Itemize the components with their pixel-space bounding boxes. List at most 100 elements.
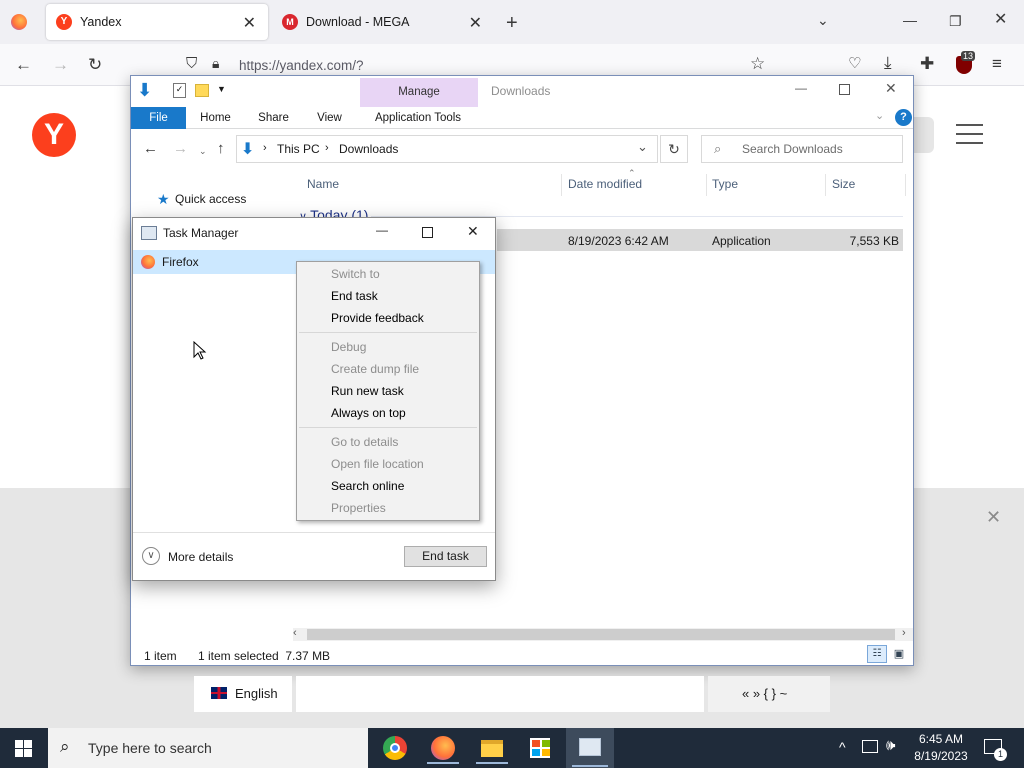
keyboard-language-label[interactable]: English <box>235 686 278 701</box>
menu-always-on-top[interactable]: Always on top <box>297 402 479 424</box>
tab-share[interactable]: Share <box>251 107 296 129</box>
tab-mega[interactable]: M Download - MEGA ✕ <box>272 4 494 40</box>
minimize-icon[interactable]: — <box>795 82 807 94</box>
forward-icon[interactable]: → <box>173 141 188 156</box>
restore-icon[interactable]: ❐ <box>949 14 962 28</box>
hamburger-menu-icon[interactable]: ≡ <box>992 55 1002 72</box>
keyboard-symbols-label[interactable]: « » { } ~ <box>742 686 787 701</box>
close-window-icon[interactable]: ✕ <box>994 12 1007 28</box>
windows-start-icon[interactable] <box>15 740 32 757</box>
tab-yandex[interactable]: Y Yandex ✕ <box>46 4 268 40</box>
url-text[interactable]: https://yandex.com/? <box>239 58 364 73</box>
scrollbar-thumb[interactable] <box>307 629 895 640</box>
lock-icon[interactable]: 🔒︎ <box>212 56 219 70</box>
bookmark-star-icon[interactable]: ☆ <box>750 55 765 72</box>
volume-icon[interactable]: 🕪︎ <box>886 737 895 754</box>
downloads-icon[interactable]: ⤓ <box>884 54 892 71</box>
manage-contextual-tab[interactable]: Manage <box>360 78 478 107</box>
tab-application-tools[interactable]: Application Tools <box>361 107 475 129</box>
menu-run-new-task[interactable]: Run new task <box>297 380 479 402</box>
tab-file[interactable]: File <box>131 107 186 129</box>
scroll-right-icon[interactable]: › <box>902 627 906 639</box>
close-tab-icon[interactable]: ✕ <box>243 13 256 33</box>
breadcrumb-downloads[interactable]: Downloads <box>339 142 398 156</box>
back-icon[interactable]: ← <box>15 56 32 73</box>
menu-go-to-details[interactable]: Go to details <box>297 431 479 453</box>
column-divider[interactable] <box>561 174 562 196</box>
menu-create-dump-file[interactable]: Create dump file <box>297 358 479 380</box>
file-explorer-taskbar-icon[interactable] <box>470 732 514 764</box>
help-icon[interactable]: ? <box>895 109 912 126</box>
large-icons-view-icon[interactable]: ▣ <box>891 646 907 662</box>
new-folder-icon[interactable] <box>195 84 209 97</box>
list-tabs-icon[interactable]: ⌄ <box>817 13 829 27</box>
breadcrumb-this-pc[interactable]: This PC <box>277 142 320 156</box>
task-manager-taskbar-icon[interactable] <box>566 728 614 768</box>
tab-view[interactable]: View <box>307 107 352 129</box>
breadcrumb-separator-icon[interactable]: › <box>263 142 267 154</box>
properties-icon[interactable]: ✓ <box>173 83 186 98</box>
up-icon[interactable]: ↑ <box>217 141 225 156</box>
column-divider[interactable] <box>706 174 707 196</box>
column-date-modified[interactable]: Date modified <box>568 177 642 191</box>
breadcrumb-separator-icon[interactable]: › <box>325 142 329 154</box>
close-icon[interactable]: ✕ <box>467 224 479 238</box>
keyboard-language-button[interactable]: English <box>194 676 292 712</box>
pocket-icon[interactable]: ♡ <box>848 56 861 71</box>
show-hidden-icons-icon[interactable]: ^ <box>839 739 846 755</box>
close-icon[interactable]: ✕ <box>885 81 897 95</box>
end-task-button[interactable]: End task <box>404 546 487 567</box>
keyboard-symbols-button[interactable]: « » { } ~ <box>708 676 830 712</box>
forward-icon[interactable]: → <box>52 56 69 73</box>
firefox-taskbar-icon[interactable] <box>421 732 465 764</box>
maximize-icon[interactable] <box>839 84 850 95</box>
horizontal-scrollbar[interactable]: ‹ › <box>293 627 913 641</box>
column-name[interactable]: Name <box>307 177 339 191</box>
refresh-button[interactable]: ↻ <box>660 135 688 163</box>
minimize-icon[interactable]: — <box>376 224 388 236</box>
recent-locations-icon[interactable]: ⌄ <box>199 146 207 157</box>
close-tab-icon[interactable]: ✕ <box>469 13 482 33</box>
menu-end-task[interactable]: End task <box>297 285 479 307</box>
back-icon[interactable]: ← <box>143 141 158 156</box>
address-bar[interactable]: ⬇ › This PC › Downloads ⌄ <box>236 135 658 163</box>
address-dropdown-icon[interactable]: ⌄ <box>637 139 648 155</box>
column-divider[interactable] <box>905 174 906 196</box>
new-tab-icon[interactable]: + <box>506 13 518 33</box>
yandex-logo[interactable]: Y <box>32 113 76 157</box>
extensions-icon[interactable]: ✚ <box>920 55 934 72</box>
clock-date[interactable]: 8/19/2023 <box>912 749 970 763</box>
minimize-icon[interactable]: — <box>903 13 917 27</box>
column-size[interactable]: Size <box>832 177 855 191</box>
chevron-down-icon[interactable]: ∨ <box>142 547 160 565</box>
menu-properties[interactable]: Properties <box>297 497 479 519</box>
more-details-label[interactable]: More details <box>168 550 233 564</box>
page-search-button-edge[interactable] <box>914 117 934 153</box>
menu-provide-feedback[interactable]: Provide feedback <box>297 307 479 329</box>
yandex-menu-icon[interactable] <box>956 124 983 144</box>
menu-search-online[interactable]: Search online <box>297 475 479 497</box>
expand-ribbon-icon[interactable]: ⌄ <box>875 109 884 122</box>
scroll-left-icon[interactable]: ‹ <box>293 627 297 639</box>
microsoft-store-taskbar-icon[interactable] <box>518 732 562 764</box>
shield-icon[interactable]: ⛉ <box>186 56 197 71</box>
maximize-icon[interactable] <box>422 227 433 238</box>
column-divider[interactable] <box>825 174 826 196</box>
file-row[interactable]: 8/19/2023 6:42 AM Application 7,553 KB <box>497 229 903 251</box>
clock-time[interactable]: 6:45 AM <box>916 732 966 746</box>
menu-debug[interactable]: Debug <box>297 336 479 358</box>
reload-icon[interactable]: ↻ <box>88 56 102 73</box>
customize-toolbar-icon[interactable]: ▼ <box>217 84 226 94</box>
overlay-close-icon[interactable]: ✕ <box>986 508 1001 526</box>
menu-switch-to[interactable]: Switch to <box>297 263 479 285</box>
firefox-menu-icon[interactable] <box>11 14 27 30</box>
network-icon[interactable] <box>862 740 878 753</box>
tab-home[interactable]: Home <box>193 107 238 129</box>
nav-quick-access[interactable]: Quick access <box>175 192 246 206</box>
details-view-icon[interactable]: ☷ <box>867 645 887 663</box>
chrome-taskbar-icon[interactable] <box>373 732 417 764</box>
search-downloads-field[interactable]: ⌕ Search Downloads <box>701 135 903 163</box>
column-type[interactable]: Type <box>712 177 738 191</box>
taskbar-search-box[interactable]: ⌕ Type here to search <box>48 728 368 768</box>
keyboard-suggestion-field[interactable] <box>296 676 704 712</box>
